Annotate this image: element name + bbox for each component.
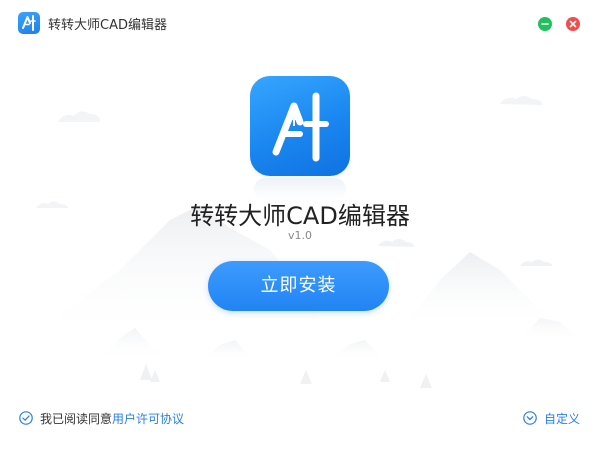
agreement-prefix: 我已阅读同意: [40, 412, 113, 426]
version-label: v1.0: [287, 229, 312, 242]
license-link[interactable]: 用户许可协议: [112, 412, 184, 426]
app-logo: [250, 76, 350, 176]
agreement-text: 我已阅读同意用户许可协议: [40, 410, 184, 427]
close-icon: [569, 20, 577, 28]
app-icon: [18, 12, 40, 34]
minimize-button[interactable]: [538, 17, 552, 31]
chevron-down-circle-icon: [523, 411, 537, 425]
window-title: 转转大师CAD编辑器: [48, 18, 167, 33]
minimize-icon: [541, 23, 549, 25]
app-name: 转转大师CAD编辑器: [190, 202, 410, 230]
app-logo-a-pen-icon: [272, 92, 329, 162]
installer-window: 转转大师CAD编辑器 转转大师CAD编辑器 v1.0 立即安装 我已阅读同意用户…: [0, 0, 600, 450]
checkbox-checked-icon[interactable]: [19, 411, 33, 425]
title-bar[interactable]: 转转大师CAD编辑器: [0, 0, 600, 46]
custom-install-label: 自定义: [544, 412, 581, 426]
close-button[interactable]: [566, 17, 580, 31]
install-button[interactable]: 立即安装: [208, 261, 389, 311]
